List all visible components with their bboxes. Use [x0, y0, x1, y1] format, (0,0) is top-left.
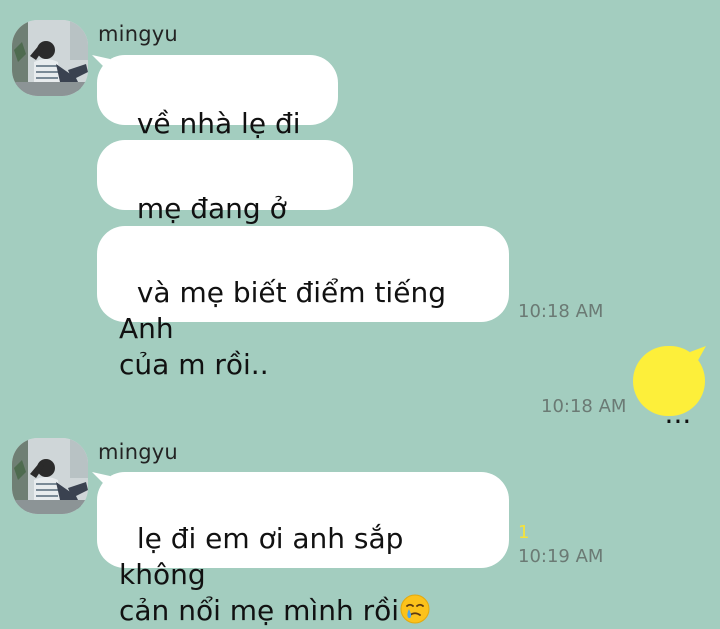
message-bubble[interactable]: mẹ đang ở nhà..: [97, 140, 353, 261]
bubble-tail: [690, 346, 706, 364]
message-bubble[interactable]: và mẹ biết điểm tiếng Anh của m rồi..: [97, 226, 509, 381]
sender-name: mingyu: [98, 22, 178, 46]
sender-name: mingyu: [98, 440, 178, 464]
message-text: và mẹ biết điểm tiếng Anh của m rồi..: [119, 276, 446, 381]
message-bubble[interactable]: về nhà lẹ đi em: [97, 55, 338, 176]
avatar[interactable]: [12, 20, 88, 96]
avatar[interactable]: [12, 438, 88, 514]
message-timestamp: 10:18 AM: [518, 301, 604, 322]
message-timestamp: 10:18 AM: [541, 396, 627, 417]
profile-photo-icon: [12, 438, 88, 514]
message-text: ...: [664, 397, 692, 430]
message-text: lẹ đi em ơi anh sắp không cản nổi mẹ mìn…: [119, 522, 404, 627]
message-bubble[interactable]: lẹ đi em ơi anh sắp không cản nổi mẹ mìn…: [97, 472, 509, 627]
crying-face-icon: [400, 594, 430, 624]
unread-count: 1: [518, 522, 530, 543]
message-timestamp: 10:19 AM: [518, 546, 604, 567]
profile-photo-icon: [12, 20, 88, 96]
